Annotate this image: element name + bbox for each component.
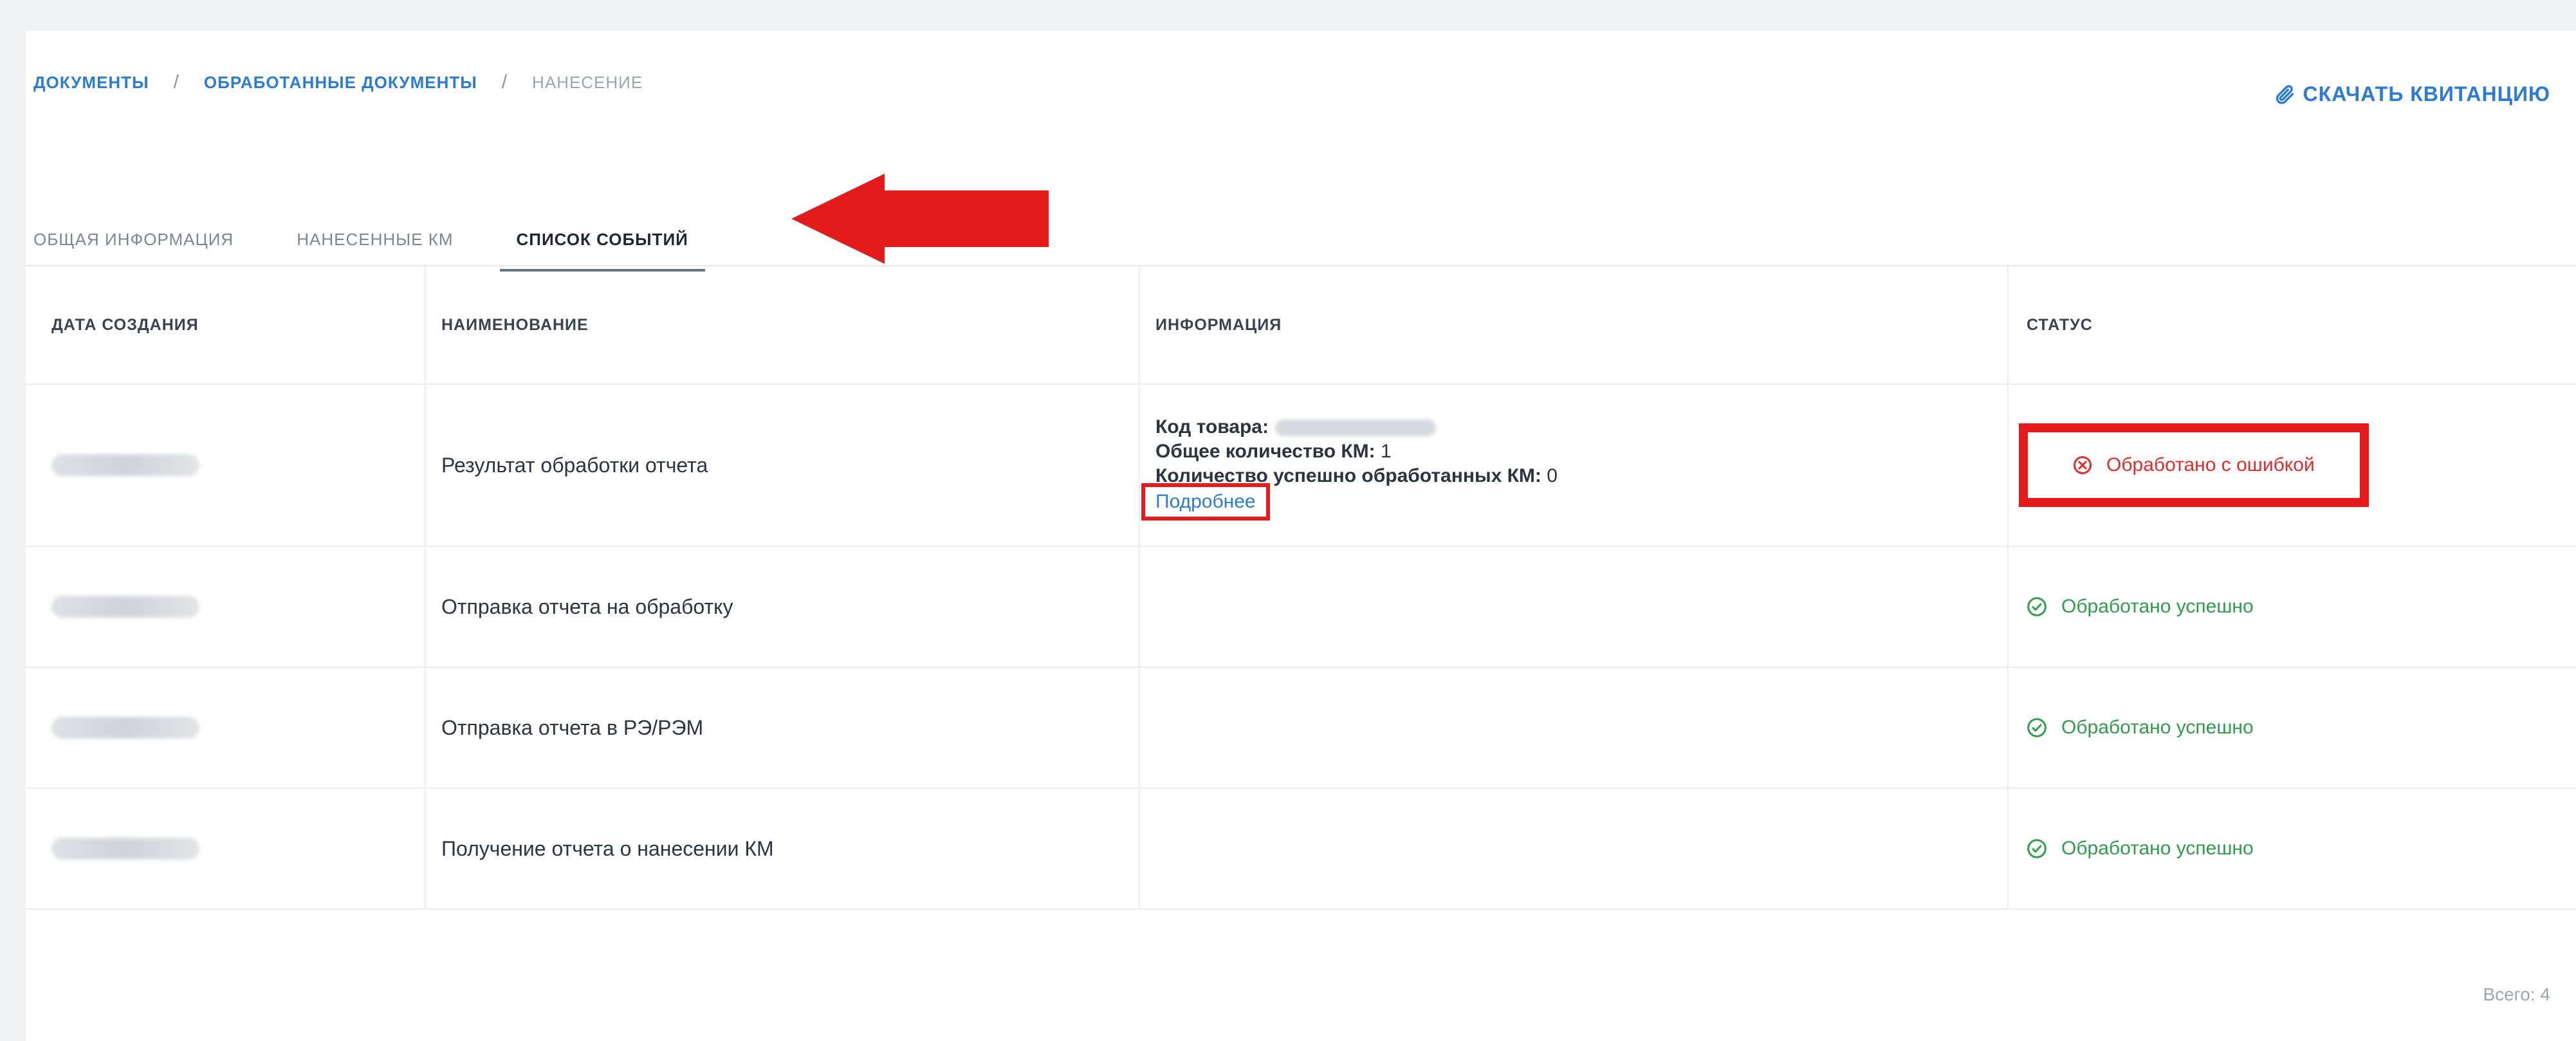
details-link[interactable]: Подробнее	[1141, 483, 1270, 520]
breadcrumb-separator: /	[501, 71, 508, 93]
tab-general-info[interactable]: ОБЩАЯ ИНФОРМАЦИЯ	[33, 230, 234, 264]
date-cell	[26, 789, 425, 908]
total-count: Всего: 4	[2483, 984, 2550, 1004]
info-cell	[1139, 789, 2007, 908]
event-name: Отправка отчета в РЭ/РЭМ	[425, 668, 1139, 788]
info-cell	[1139, 668, 2007, 788]
events-table: ДАТА СОЗДАНИЯ НАИМЕНОВАНИЕ ИНФОРМАЦИЯ СТ…	[26, 266, 2576, 910]
check-circle-icon	[2027, 597, 2047, 616]
info-cell: Код товара: Общее количество КМ: 1 Колич…	[1139, 385, 2007, 546]
status-cell: Обработано с ошибкой	[2007, 385, 2576, 546]
status-text: Обработано успешно	[2061, 596, 2254, 617]
breadcrumb-documents[interactable]: ДОКУМЕНТЫ	[33, 73, 149, 93]
redacted-date	[51, 838, 199, 860]
date-cell	[26, 385, 425, 546]
date-cell	[26, 668, 425, 788]
total-codes-label: Общее количество КМ:	[1155, 441, 1375, 462]
check-circle-icon	[2027, 718, 2047, 737]
breadcrumb: ДОКУМЕНТЫ / ОБРАБОТАННЫЕ ДОКУМЕНТЫ / НАН…	[33, 69, 643, 95]
event-name: Результат обработки отчета	[425, 385, 1139, 546]
download-receipt-button[interactable]: СКАЧАТЬ КВИТАНЦИЮ	[2274, 82, 2550, 106]
status-text: Обработано успешно	[2061, 838, 2254, 859]
check-circle-icon	[2027, 839, 2047, 858]
redacted-date	[51, 717, 199, 739]
paperclip-icon	[2276, 84, 2294, 104]
status-badge-success: Обработано успешно	[2027, 717, 2254, 739]
table-row[interactable]: Отправка отчета в РЭ/РЭМ Обработано успе…	[26, 668, 2576, 789]
column-header-created-date[interactable]: ДАТА СОЗДАНИЯ	[26, 266, 425, 383]
tab-event-list[interactable]: СПИСОК СОБЫТИЙ	[499, 230, 706, 272]
status-badge-success: Обработано успешно	[2027, 596, 2254, 618]
status-cell: Обработано успешно	[2007, 668, 2576, 788]
success-codes-label: Количество успешно обработанных КМ:	[1155, 465, 1541, 486]
breadcrumb-processed-documents[interactable]: ОБРАБОТАННЫЕ ДОКУМЕНТЫ	[204, 73, 477, 93]
column-header-name[interactable]: НАИМЕНОВАНИЕ	[425, 266, 1139, 383]
info-cell	[1139, 547, 2007, 667]
table-row[interactable]: Отправка отчета на обработку Обработано …	[26, 547, 2576, 668]
table-header: ДАТА СОЗДАНИЯ НАИМЕНОВАНИЕ ИНФОРМАЦИЯ СТ…	[26, 266, 2576, 385]
status-badge-success: Обработано успешно	[2027, 838, 2254, 860]
column-header-info[interactable]: ИНФОРМАЦИЯ	[1139, 266, 2007, 383]
table-row[interactable]: Результат обработки отчета Код товара: О…	[26, 385, 2576, 547]
redacted-date	[51, 454, 199, 476]
breadcrumb-current: НАНЕСЕНИЕ	[532, 72, 643, 92]
product-code-label: Код товара:	[1155, 416, 1269, 438]
breadcrumb-separator: /	[173, 71, 179, 93]
event-name: Получение отчета о нанесении КМ	[425, 789, 1139, 908]
status-text: Обработано с ошибкой	[2106, 454, 2315, 475]
table-row[interactable]: Получение отчета о нанесении КМ Обработа…	[26, 789, 2576, 910]
success-codes-value: 0	[1541, 465, 1558, 486]
total-codes-value: 1	[1375, 441, 1392, 462]
redacted-product-code	[1274, 419, 1436, 437]
error-circle-icon	[2074, 456, 2092, 474]
arrow-left-icon	[791, 174, 1049, 264]
tab-applied-codes[interactable]: НАНЕСЕННЫЕ КМ	[297, 230, 453, 264]
event-name: Отправка отчета на обработку	[425, 547, 1139, 667]
tab-bar: ОБЩАЯ ИНФОРМАЦИЯ НАНЕСЕННЫЕ КМ СПИСОК СО…	[33, 193, 751, 272]
download-receipt-label: СКАЧАТЬ КВИТАНЦИЮ	[2303, 82, 2550, 106]
status-badge-error: Обработано с ошибкой	[2019, 423, 2369, 507]
status-cell: Обработано успешно	[2007, 789, 2576, 908]
redacted-date	[51, 596, 199, 618]
status-cell: Обработано успешно	[2007, 547, 2576, 667]
column-header-status[interactable]: СТАТУС	[2007, 266, 2576, 383]
status-text: Обработано успешно	[2061, 717, 2254, 738]
date-cell	[26, 547, 425, 667]
